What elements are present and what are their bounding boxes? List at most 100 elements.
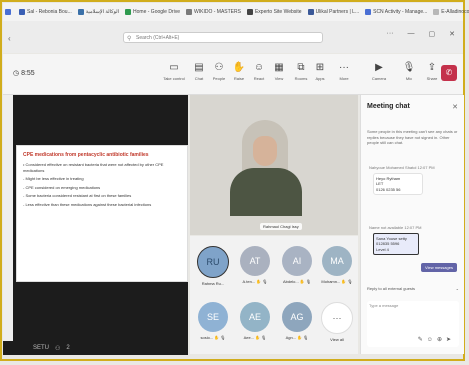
bookmark-label: SCN Activity - Manage... — [373, 9, 428, 15]
participant-name-text: sosio... — [200, 335, 214, 340]
toolbar-button-label: More — [339, 76, 349, 81]
toolbar-button-label: Take control — [163, 76, 185, 81]
people-count-icon: ⚇ — [55, 345, 61, 352]
participant-name: Abdelo... ✋ 🎙 — [276, 279, 318, 284]
speaker-figure — [230, 120, 302, 216]
toolbar-button-mic[interactable]: 🎙 Mic — [398, 62, 420, 81]
participant-tile[interactable]: SE sosio... ✋ 🎙 — [192, 296, 234, 350]
participant-name-text: Mohamn... — [321, 279, 341, 284]
participant-avatar: AG — [282, 302, 312, 332]
toolbar-button-camera[interactable]: ▶ Camera — [368, 62, 390, 81]
participant-tile[interactable]: MA Mohamn... ✋ 🎙 — [316, 240, 358, 294]
back-arrow-icon[interactable]: ‹ — [8, 34, 11, 43]
participant-avatar: AE — [240, 302, 270, 332]
view-messages-button[interactable]: View messages — [421, 263, 457, 272]
attach-icon[interactable]: ⊕ — [437, 337, 446, 343]
raise-hand-icon: ✋ — [232, 62, 246, 73]
share-icon: ⇪ — [427, 62, 437, 73]
chat-line: Level 4 — [376, 246, 389, 252]
participant-avatar: SE — [198, 302, 228, 332]
participant-avatar: AI — [282, 246, 312, 276]
chat-message-2: Name not available 12:07 PM Sana Youse s… — [369, 225, 457, 255]
slide-bullet: - CPE considered on emerging medications — [23, 184, 101, 190]
participant-name: Rahma Ru... — [192, 281, 234, 286]
toolbar-button-label: People — [212, 76, 226, 81]
bookmark-icon — [365, 9, 372, 15]
maximize-icon[interactable]: ▢ — [429, 30, 436, 38]
participant-tile[interactable]: AI Abdelo... ✋ 🎙 — [276, 240, 318, 294]
toolbar-button-label: Apps — [315, 76, 325, 81]
participant-name: Aee... ✋ 🎙 — [234, 335, 276, 340]
more-options-icon[interactable]: ··· — [387, 30, 394, 38]
meeting-timer: ◷ 8:55 — [13, 70, 35, 77]
bookmark-item[interactable] — [5, 9, 13, 15]
send-icon[interactable]: ➤ — [446, 337, 455, 343]
toolbar-button-label: View — [274, 76, 284, 81]
participant-name: Agn... ✋ 🎙 — [276, 335, 318, 340]
bookmark-label: Ulikal Partners | L... — [315, 9, 360, 15]
participant-tile[interactable]: RU Rahma Ru... — [192, 240, 234, 294]
toolbar-button-react[interactable]: ☺ React — [248, 62, 270, 81]
more-icon: ··· — [339, 62, 349, 73]
participant-name: View all — [316, 337, 358, 342]
view-all-participants[interactable]: ··· View all — [316, 296, 358, 350]
participant-tile[interactable]: AE Aee... ✋ 🎙 — [234, 296, 276, 350]
mic-muted-icon: ✋ 🎙 — [340, 279, 353, 284]
toolbar-button-chat[interactable]: ▤ Chat — [188, 62, 210, 81]
window-controls: ··· — ▢ ✕ — [387, 30, 456, 38]
stage-label-right: 2 — [66, 345, 70, 351]
reply-scope-selector[interactable]: Reply to all external guests ⌄ — [367, 284, 459, 294]
toolbar-button-people[interactable]: ⚇ People — [208, 62, 230, 81]
toolbar-button-share[interactable]: ⇪ Share — [421, 62, 443, 81]
meeting-toolbar: ◷ 8:55 ▭ Take control ▤ Chat ⚇ People ✋ Raise ☺ R… — [3, 54, 463, 95]
bookmark-item[interactable]: SCN Activity - Manage... — [365, 9, 427, 15]
leave-button[interactable]: ✆ — [441, 65, 457, 81]
search-icon: ⚲ — [127, 36, 132, 42]
chevron-down-icon: ⌄ — [455, 286, 459, 291]
participant-avatar: AT — [240, 246, 270, 276]
bookmark-item[interactable]: WIKIDO - MASTERS — [186, 9, 241, 15]
participant-tile[interactable]: AG Agn... ✋ 🎙 — [276, 296, 318, 350]
search-input[interactable]: ⚲ Search (Ctrl+Alt+E) — [123, 32, 323, 43]
bookmark-item[interactable]: الوكالة الإسلامية — [77, 9, 119, 15]
bookmark-item[interactable]: Ulikal Partners | L... — [307, 9, 360, 15]
slide-title: CPE medications from pentacyclic antibio… — [23, 152, 149, 158]
chat-bubble-selected: Sana Youse setty 012835 5596 Level 4 — [373, 232, 419, 255]
format-icon[interactable]: ✎ — [418, 337, 427, 343]
slide-bullet: - Less effective than these medications … — [23, 201, 152, 207]
close-chat-icon[interactable]: ✕ — [452, 103, 458, 111]
chat-author-2: Name not available — [369, 225, 404, 230]
presentation-slide: CPE medications from pentacyclic antibio… — [16, 145, 188, 282]
toolbar-button-more[interactable]: ··· More — [333, 62, 355, 81]
people-icon: ⚇ — [214, 62, 224, 73]
bookmarks-bar: Sal - Rebonia Bou... الوكالة الإسلامية Hom… — [3, 3, 469, 21]
mic-muted-icon: ✋ 🎙 — [213, 335, 226, 340]
toolbar-button-label: Raise — [233, 76, 245, 81]
toolbar-button-view[interactable]: ▦ View — [268, 62, 290, 81]
toolbar-button-take-control[interactable]: ▭ Take control — [163, 62, 185, 81]
bookmark-item[interactable]: E-Alladinocon — [433, 9, 469, 15]
minimize-icon[interactable]: — — [408, 30, 415, 38]
bookmark-item[interactable]: Experto Site Website — [246, 9, 302, 15]
emoji-icon[interactable]: ☺ — [427, 337, 437, 343]
chat-author-1: Nahyoue Mohamed Shatol — [369, 165, 417, 170]
stage-label-left: SETU — [33, 345, 50, 351]
toolbar-button-label: Share — [426, 76, 438, 81]
bookmark-item[interactable]: Sal - Rebonia Bou... — [19, 9, 72, 15]
participant-avatar: ··· — [321, 302, 353, 334]
chat-icon: ▤ — [194, 62, 204, 73]
bookmark-item[interactable]: Home - Google Drive — [125, 9, 180, 15]
bookmark-label: E-Alladinocon — [441, 9, 469, 15]
reply-scope-label: Reply to all external guests — [367, 286, 416, 291]
toolbar-button-raise[interactable]: ✋ Raise — [228, 62, 250, 81]
participant-name-text: Agn... — [285, 335, 297, 340]
title-search-row: ‹ ⚲ Search (Ctrl+Alt+E) ··· — ▢ ✕ — [3, 21, 463, 53]
toolbar-button-apps[interactable]: ⊞ Apps — [309, 62, 331, 81]
participant-tile[interactable]: AT A.ten... ✋ 🎙 — [234, 240, 276, 294]
close-window-icon[interactable]: ✕ — [449, 30, 455, 38]
participant-name: sosio... ✋ 🎙 — [192, 335, 234, 340]
mic-muted-icon: ✋ 🎙 — [298, 279, 312, 284]
compose-box[interactable]: Type a message ✎☺⊕➤ — [367, 301, 459, 347]
bookmark-label: Home - Google Drive — [133, 9, 180, 15]
compose-placeholder: Type a message — [369, 303, 399, 308]
